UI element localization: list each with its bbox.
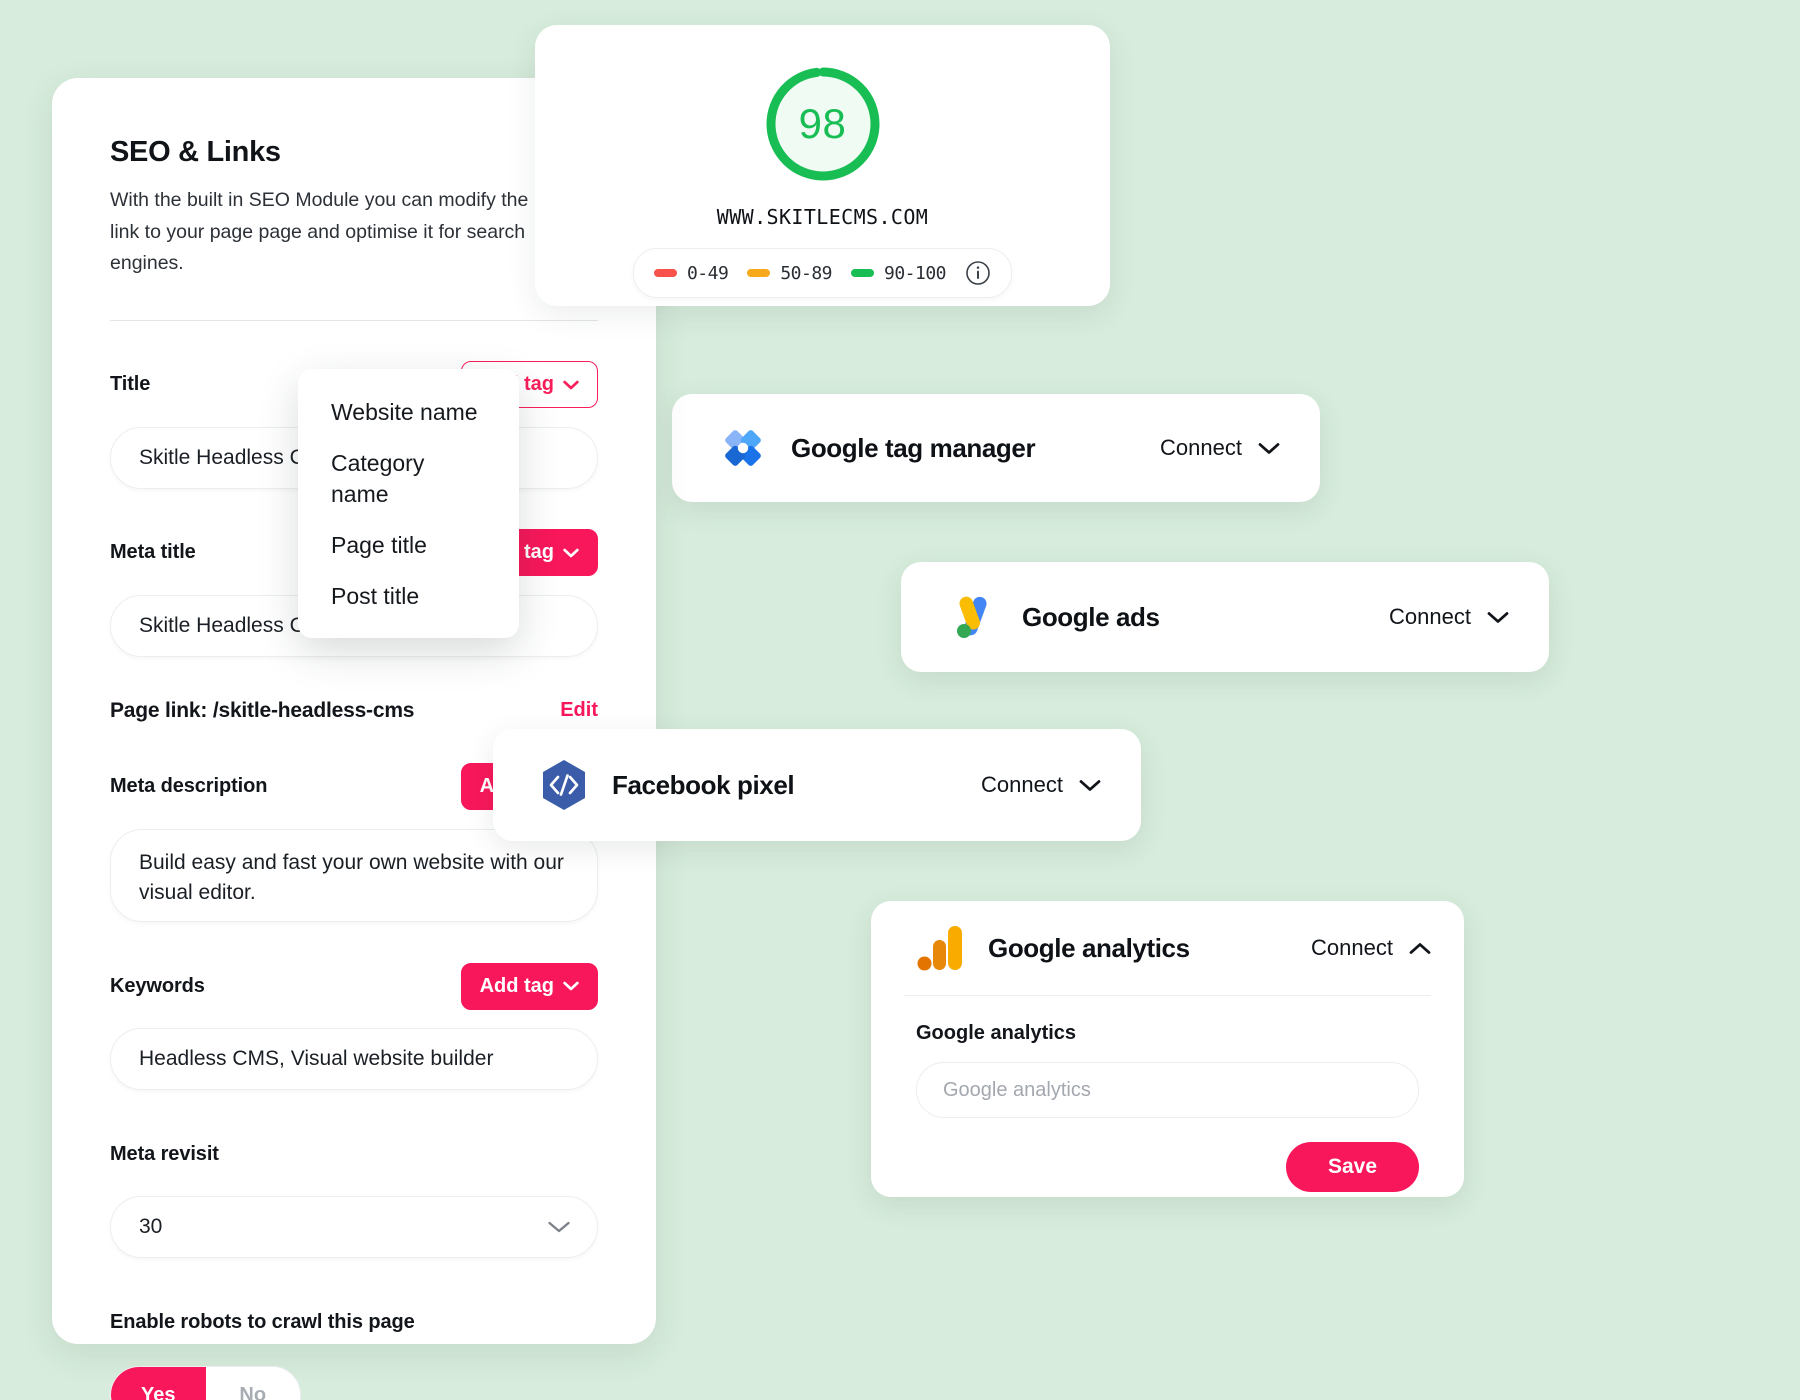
chevron-down-icon — [548, 1222, 570, 1233]
panel-header: SEO & Links With the built in SEO Module… — [110, 136, 599, 280]
meta-title-label: Meta title — [110, 541, 196, 564]
robots-toggle-no[interactable]: No — [205, 1367, 300, 1400]
chevron-down-icon — [563, 548, 579, 558]
integration-name: Google ads — [1022, 601, 1160, 632]
info-icon[interactable] — [965, 260, 991, 286]
divider — [110, 319, 598, 321]
robots-label: Enable robots to crawl this page — [110, 1310, 415, 1333]
chevron-down-icon — [1487, 611, 1509, 623]
legend-item-high: 90-100 — [851, 262, 947, 284]
legend-swatch-orange-icon — [747, 269, 771, 277]
integration-card-facebook-pixel[interactable]: Facebook pixel Connect — [493, 729, 1141, 841]
meta-revisit-select[interactable]: 30 — [110, 1196, 598, 1259]
title-label: Title — [110, 373, 151, 396]
robots-toggle-yes[interactable]: Yes — [111, 1367, 206, 1400]
score-legend: 0-49 50-89 90-100 — [632, 248, 1013, 298]
google-analytics-header[interactable]: Google analytics Connect — [904, 901, 1431, 995]
google-analytics-icon — [917, 926, 962, 971]
connect-label: Connect — [1160, 435, 1242, 460]
google-tag-manager-icon — [725, 430, 761, 466]
connect-label: Connect — [1311, 935, 1393, 960]
connect-button-facebook-pixel[interactable]: Connect — [981, 772, 1101, 798]
field-robots: Enable robots to crawl this page Yes No — [110, 1298, 598, 1400]
menu-item-page-title[interactable]: Page title — [298, 520, 519, 571]
legend-label-low: 0-49 — [686, 262, 729, 284]
field-keywords: Keywords Add tag Headless CMS, Visual we… — [110, 962, 598, 1091]
panel-description: With the built in SEO Module you can mod… — [110, 189, 529, 275]
save-button[interactable]: Save — [1286, 1142, 1419, 1192]
connect-button-google-ads[interactable]: Connect — [1389, 604, 1509, 630]
page-title: SEO & Links — [110, 136, 281, 168]
legend-item-low: 0-49 — [653, 262, 729, 284]
page-link-edit-button[interactable]: Edit — [560, 699, 598, 722]
legend-swatch-red-icon — [653, 269, 677, 277]
connect-button-google-analytics[interactable]: Connect — [1311, 935, 1431, 961]
integration-name: Facebook pixel — [612, 769, 795, 800]
legend-label-mid: 50-89 — [780, 262, 832, 284]
menu-item-category-name[interactable]: Category name — [298, 438, 519, 520]
meta-description-label: Meta description — [110, 775, 268, 798]
google-analytics-input[interactable]: Google analytics — [916, 1062, 1419, 1118]
seo-score-card: 98 WWW.SKITLECMS.COM 0-49 50-89 90-100 — [535, 25, 1110, 306]
meta-revisit-value: 30 — [139, 1215, 163, 1239]
chevron-up-icon — [1409, 942, 1431, 954]
chevron-down-icon — [1258, 442, 1280, 454]
integration-name: Google analytics — [988, 932, 1190, 963]
add-tag-button-keywords[interactable]: Add tag — [460, 962, 598, 1010]
chevron-down-icon — [563, 982, 579, 991]
robots-toggle[interactable]: Yes No — [110, 1366, 301, 1400]
add-tag-dropdown-menu[interactable]: Website name Category name Page title Po… — [298, 369, 519, 639]
app-canvas: SEO & Links With the built in SEO Module… — [0, 0, 1800, 1400]
meta-description-input[interactable]: Build easy and fast your own website wit… — [110, 828, 598, 923]
google-analytics-body: Google analytics Google analytics Save — [904, 996, 1431, 1192]
page-link-text: Page link: /skitle-headless-cms — [110, 698, 415, 722]
connect-label: Connect — [1389, 604, 1471, 629]
chevron-down-icon — [563, 380, 579, 390]
facebook-pixel-icon — [543, 760, 585, 810]
integration-name: Google tag manager — [791, 432, 1036, 463]
add-tag-label: Add tag — [479, 974, 554, 997]
legend-label-high: 90-100 — [884, 262, 947, 284]
menu-item-post-title[interactable]: Post title — [298, 571, 519, 622]
legend-swatch-green-icon — [851, 269, 874, 277]
keywords-input[interactable]: Headless CMS, Visual website builder — [110, 1028, 598, 1091]
score-gauge: 98 — [762, 63, 884, 185]
chevron-down-icon — [1079, 779, 1101, 791]
legend-item-mid: 50-89 — [747, 263, 832, 284]
connect-label: Connect — [981, 772, 1063, 797]
menu-item-website-name[interactable]: Website name — [298, 387, 519, 438]
integration-card-google-analytics: Google analytics Connect Google analytic… — [871, 901, 1464, 1197]
integration-card-google-tag-manager[interactable]: Google tag manager Connect — [672, 394, 1320, 502]
integration-card-google-ads[interactable]: Google ads Connect — [901, 562, 1549, 672]
keywords-label: Keywords — [110, 974, 205, 997]
connect-button-google-tag-manager[interactable]: Connect — [1160, 435, 1280, 461]
score-url: WWW.SKITLECMS.COM — [716, 205, 929, 229]
page-link-row: Page link: /skitle-headless-cms Edit — [110, 699, 598, 723]
google-ads-icon — [957, 596, 987, 638]
meta-revisit-label: Meta revisit — [110, 1142, 219, 1165]
score-value: 98 — [798, 100, 847, 147]
field-meta-revisit: Meta revisit 30 — [110, 1130, 598, 1259]
google-analytics-field-label: Google analytics — [916, 1022, 1077, 1044]
